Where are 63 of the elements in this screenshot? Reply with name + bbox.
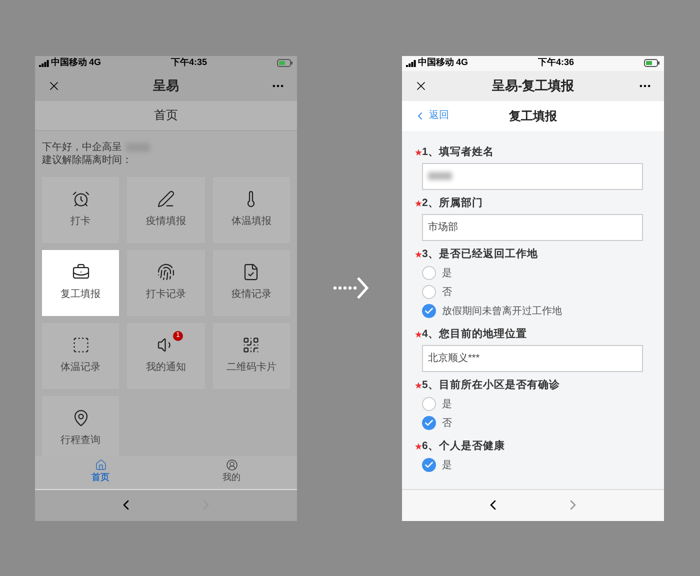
tile-icon: [72, 336, 90, 354]
tab-item[interactable]: 我的: [166, 456, 297, 488]
greeting-text: 下午好，中企高呈: [42, 140, 122, 154]
radio-button[interactable]: [422, 266, 436, 280]
tile-icon: [72, 190, 90, 208]
page-title: 复工填报: [509, 108, 557, 124]
menu-tile[interactable]: 疫情填报: [127, 176, 205, 242]
window-title: 呈易-复工填报: [492, 76, 574, 95]
menu-tile[interactable]: 二维码卡片: [212, 322, 290, 388]
carrier-label: 中国移动: [51, 56, 87, 70]
radio-button[interactable]: [422, 285, 436, 299]
tile-icon: [242, 263, 260, 281]
menu-tile[interactable]: 复工填报: [42, 250, 120, 316]
tile-icon: [72, 409, 90, 427]
status-time: 下午4:36: [538, 56, 574, 70]
status-time: 下午4:35: [171, 56, 208, 70]
back-link[interactable]: 返回: [414, 108, 449, 123]
option-label: 放假期间未曾离开过工作地: [442, 304, 562, 318]
input-field[interactable]: 北京顺义***: [422, 344, 643, 372]
check-icon: [424, 418, 434, 428]
right-arrow-icon: [333, 276, 369, 300]
window-title: 呈易: [153, 76, 179, 95]
radio-checked[interactable]: [422, 304, 436, 318]
menu-tile[interactable]: 体温填报: [212, 176, 290, 242]
radio-button[interactable]: [422, 397, 436, 411]
menu-tile[interactable]: 打卡记录: [127, 250, 205, 316]
battery-icon: [277, 59, 293, 67]
radio-checked[interactable]: [422, 416, 436, 430]
option-label: 是: [442, 398, 452, 412]
tile-icon: [156, 190, 175, 208]
question-label: 4、您目前的地理位置: [422, 326, 527, 342]
menu-tile[interactable]: 打卡: [42, 176, 120, 242]
signal-icon: [406, 60, 416, 66]
tab-item[interactable]: 首页: [35, 456, 166, 488]
question-label: 5、目前所在小区是否有确诊: [422, 378, 560, 393]
advice-text: 建议解除隔离时间：: [42, 154, 133, 166]
network-label: 4G: [89, 56, 102, 70]
menu-tile[interactable]: 疫情记录: [212, 250, 290, 316]
check-icon: [424, 306, 434, 316]
tile-icon: [156, 263, 175, 281]
option-label: 否: [442, 416, 452, 430]
check-icon: [424, 460, 434, 470]
network-label: 4G: [456, 56, 468, 70]
input-field[interactable]: 市场部: [422, 214, 643, 240]
option-label: 否: [442, 286, 452, 300]
battery-icon: [644, 59, 660, 67]
house-icon: [94, 459, 106, 472]
user-icon: [226, 459, 238, 472]
tile-icon: [72, 263, 90, 281]
radio-checked[interactable]: [422, 458, 436, 472]
menu-tile[interactable]: 行程查询: [42, 396, 120, 456]
question-label: 6、个人是否健康: [422, 438, 505, 454]
signal-icon: [39, 60, 49, 66]
question-label: 3、是否已经返回工作地: [422, 246, 538, 262]
menu-tile[interactable]: 体温记录: [42, 322, 120, 388]
option-label: 是: [442, 458, 452, 472]
page-title: 首页: [154, 107, 178, 124]
input-field[interactable]: [422, 162, 643, 190]
question-label: 1、填写者姓名: [422, 144, 494, 160]
option-label: 是: [442, 266, 452, 280]
tile-icon: [242, 336, 260, 354]
question-label: 2、所属部门: [422, 196, 483, 211]
carrier-label: 中国移动: [418, 56, 454, 70]
